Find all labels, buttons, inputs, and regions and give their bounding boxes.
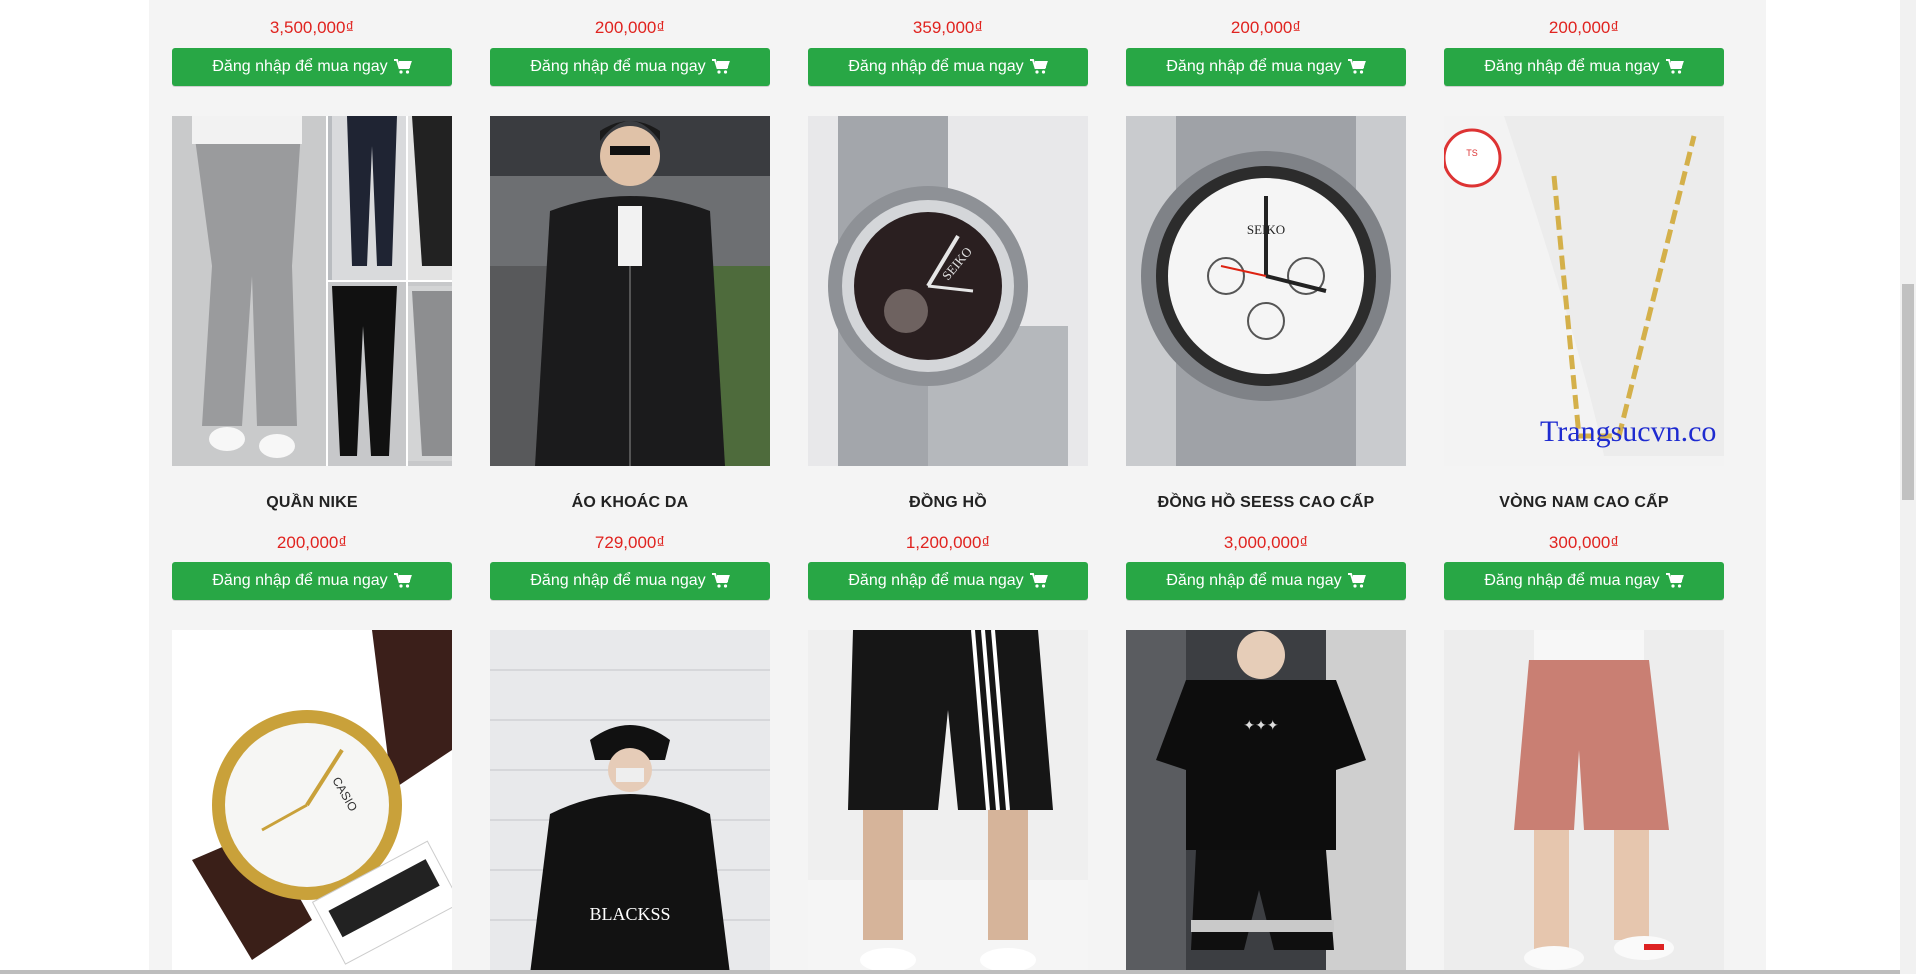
shopping-cart-icon	[393, 573, 412, 588]
product-list-panel: 3,500,000₫ Đăng nhập để mua ngay 200,000…	[149, 0, 1766, 974]
necklace-watermark: Trangsucvn.co	[1540, 415, 1716, 448]
product-price: 1,200,000₫	[905, 533, 991, 552]
buy-button-label: Đăng nhập để mua ngay	[1166, 572, 1342, 589]
svg-text:✦✦✦: ✦✦✦	[1243, 719, 1278, 734]
product-name[interactable]: VÒNG NAM CAO CẤP	[1444, 494, 1724, 512]
login-to-buy-button[interactable]: Đăng nhập để mua ngay	[490, 562, 770, 600]
product-card: BLACKSS	[490, 0, 770, 974]
shopping-cart-icon	[1665, 573, 1684, 588]
product-image-black-shorts[interactable]	[808, 630, 1088, 974]
product-image-gold-watch[interactable]: CASIO	[172, 630, 452, 974]
product-name[interactable]: ÁO KHOÁC DA	[490, 494, 770, 512]
product-image-pink-shorts[interactable]	[1444, 630, 1724, 974]
buy-button-label: Đăng nhập để mua ngay	[848, 572, 1024, 589]
buy-button-label: Đăng nhập để mua ngay	[212, 572, 388, 589]
product-row-bottom: CASIO BLACKSS ✦✦✦	[172, 0, 1724, 974]
product-card: CASIO	[172, 0, 452, 974]
product-name[interactable]: ĐỒNG HỒ SEESS CAO CẤP	[1126, 494, 1406, 512]
product-name[interactable]: QUẦN NIKE	[172, 494, 452, 512]
product-price: 200,000₫	[276, 533, 348, 552]
login-to-buy-button[interactable]: Đăng nhập để mua ngay	[808, 562, 1088, 600]
product-name[interactable]: ĐỒNG HỒ	[808, 494, 1088, 512]
product-image-black-tshirt-set[interactable]: ✦✦✦	[1126, 630, 1406, 974]
page-scrollbar[interactable]	[1900, 0, 1916, 974]
scrollbar-thumb[interactable]	[1902, 284, 1914, 500]
product-card	[808, 0, 1088, 974]
product-price: 3,000,000₫	[1223, 533, 1309, 552]
product-price: 729,000₫	[594, 533, 666, 552]
product-image-black-sweater[interactable]: BLACKSS	[490, 630, 770, 974]
product-price: 300,000₫	[1548, 533, 1620, 552]
login-to-buy-button[interactable]: Đăng nhập để mua ngay	[1126, 562, 1406, 600]
buy-button-label: Đăng nhập để mua ngay	[530, 572, 706, 589]
buy-button-label: Đăng nhập để mua ngay	[1484, 572, 1660, 589]
viewport-bottom-edge	[0, 970, 1900, 974]
shopping-cart-icon	[711, 573, 730, 588]
login-to-buy-button[interactable]: Đăng nhập để mua ngay	[1444, 562, 1724, 600]
login-to-buy-button[interactable]: Đăng nhập để mua ngay	[172, 562, 452, 600]
product-card: ✦✦✦	[1126, 0, 1406, 974]
shopping-cart-icon	[1029, 573, 1048, 588]
product-card	[1444, 0, 1724, 974]
sweater-print-text: BLACKSS	[589, 904, 670, 924]
shopping-cart-icon	[1347, 573, 1366, 588]
